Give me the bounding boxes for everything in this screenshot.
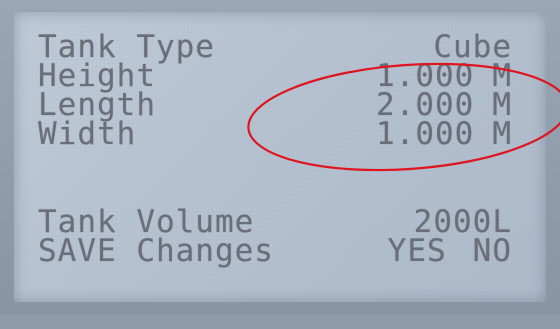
width-row[interactable]: Width 1.000 M [38,116,512,152]
no-option[interactable]: NO [473,233,512,269]
save-changes-row: SAVE Changes YES NO [38,233,512,269]
save-options: YES NO [388,233,512,269]
width-label: Width [38,116,137,152]
width-value-group: 1.000 M [376,116,512,152]
width-value: 1.000 [376,116,475,152]
save-changes-label: SAVE Changes [38,233,274,269]
width-unit: M [492,116,512,152]
yes-option[interactable]: YES [388,233,447,269]
